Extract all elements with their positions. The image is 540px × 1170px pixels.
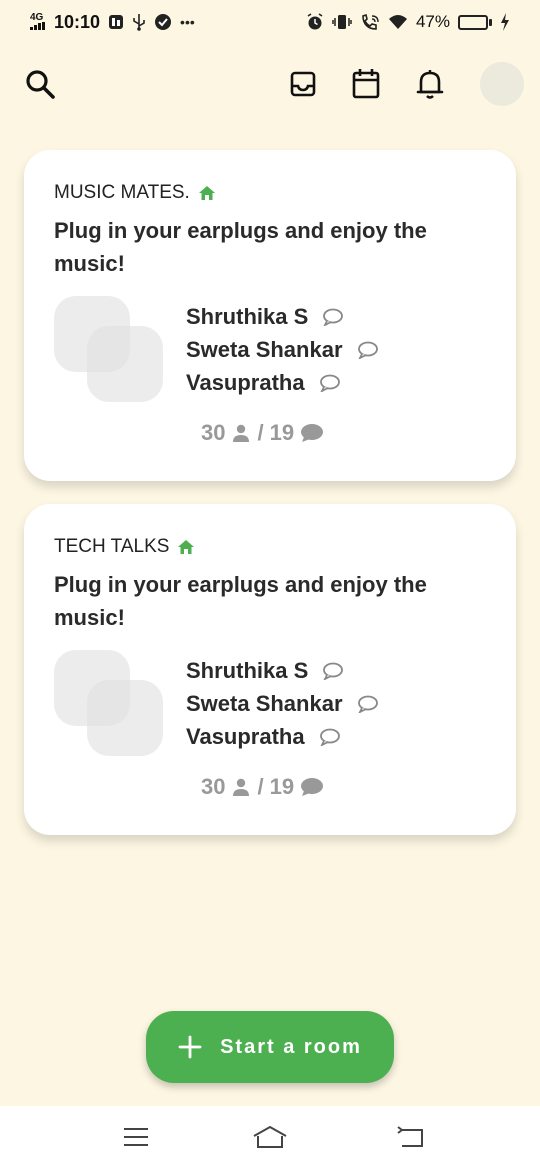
- member-row: Vasupratha: [186, 720, 379, 753]
- status-right: 47%: [306, 12, 510, 32]
- inbox-icon: [290, 71, 316, 97]
- person-icon: [233, 778, 250, 796]
- calendar-icon: [352, 69, 380, 99]
- member-list: Shruthika S Sweta Shankar Vasupratha: [186, 654, 379, 753]
- notifications-button[interactable]: [412, 66, 448, 102]
- room-title: TECH TALKS: [54, 536, 170, 557]
- avatar: [87, 326, 163, 402]
- home-nav-button[interactable]: [251, 1124, 287, 1150]
- person-icon: [233, 424, 250, 442]
- back-button[interactable]: [394, 1124, 428, 1150]
- stats-separator: /: [257, 420, 264, 445]
- room-description: Plug in your earplugs and enjoy the musi…: [54, 572, 427, 630]
- member-name: Shruthika S: [186, 657, 309, 683]
- menu-icon: [124, 1128, 148, 1146]
- network-indicator: 4G: [30, 12, 46, 32]
- member-name: Sweta Shankar: [186, 336, 343, 362]
- status-left: 4G 10:10 •••: [30, 12, 195, 33]
- room-stats: 30 / 19: [201, 420, 324, 446]
- chat-count: 19: [269, 774, 295, 799]
- room-card[interactable]: TECH TALKS Plug in your earplugs and enj…: [24, 504, 516, 835]
- inbox-button[interactable]: [285, 66, 321, 102]
- wifi-icon: [388, 15, 407, 29]
- speaker-avatars: [54, 296, 164, 406]
- profile-avatar[interactable]: [480, 62, 524, 106]
- chat-icon: [301, 424, 324, 442]
- listener-count: 30: [201, 420, 226, 445]
- status-bar: 4G 10:10 ••• 47%: [0, 0, 540, 44]
- room-card[interactable]: MUSIC MATES. Plug in your earplugs and e…: [24, 150, 516, 481]
- bell-icon: [416, 70, 444, 99]
- stats-separator: /: [257, 774, 264, 799]
- member-name: Sweta Shankar: [186, 690, 343, 716]
- usb-icon: [133, 14, 145, 31]
- member-row: Sweta Shankar: [186, 333, 379, 366]
- home-nav-icon: [253, 1125, 287, 1148]
- app-notification-icon: [109, 15, 124, 29]
- room-label: TECH TALKS: [54, 536, 195, 558]
- start-room-label: Start a room: [220, 1035, 362, 1058]
- start-room-button[interactable]: Start a room: [146, 1011, 394, 1083]
- wifi-calling-icon: [362, 13, 379, 30]
- listener-count: 30: [201, 774, 226, 799]
- chat-bubble-icon: [319, 374, 340, 392]
- member-name: Vasupratha: [186, 369, 305, 395]
- more-notifications-icon: •••: [180, 14, 195, 30]
- home-icon: [178, 540, 195, 554]
- plus-icon: [178, 1035, 202, 1059]
- chat-bubble-icon: [319, 728, 340, 746]
- alarm-icon: [307, 13, 323, 30]
- check-circle-icon: [155, 14, 172, 30]
- menu-button[interactable]: [119, 1124, 153, 1150]
- chat-bubble-icon: [323, 308, 344, 326]
- calendar-button[interactable]: [348, 66, 384, 102]
- signal-icon: [30, 21, 45, 30]
- member-name: Shruthika S: [186, 303, 309, 329]
- vibrate-icon: [332, 15, 352, 29]
- room-title: MUSIC MATES.: [54, 182, 190, 203]
- chat-bubble-icon: [323, 662, 344, 680]
- back-icon: [397, 1126, 423, 1147]
- room-label: MUSIC MATES.: [54, 182, 216, 204]
- home-icon: [198, 186, 215, 200]
- member-row: Shruthika S: [186, 654, 379, 687]
- search-icon: [26, 70, 55, 99]
- status-time: 10:10: [54, 11, 101, 32]
- chat-count: 19: [269, 420, 295, 445]
- room-stats: 30 / 19: [201, 774, 324, 800]
- member-list: Shruthika S Sweta Shankar Vasupratha: [186, 300, 379, 399]
- member-row: Shruthika S: [186, 300, 379, 333]
- search-button[interactable]: [22, 66, 58, 102]
- speaker-avatars: [54, 650, 164, 760]
- chat-bubble-icon: [357, 341, 378, 359]
- chat-icon: [301, 778, 324, 796]
- top-action-bar: [0, 56, 540, 112]
- member-row: Sweta Shankar: [186, 687, 379, 720]
- battery-percent: 47%: [415, 12, 450, 31]
- avatar: [87, 680, 163, 756]
- charging-icon: [501, 13, 509, 31]
- chat-bubble-icon: [357, 695, 378, 713]
- system-nav-bar: [0, 1106, 540, 1170]
- room-description: Plug in your earplugs and enjoy the musi…: [54, 218, 427, 276]
- member-row: Vasupratha: [186, 366, 379, 399]
- member-name: Vasupratha: [186, 723, 305, 749]
- battery-icon: [458, 14, 492, 30]
